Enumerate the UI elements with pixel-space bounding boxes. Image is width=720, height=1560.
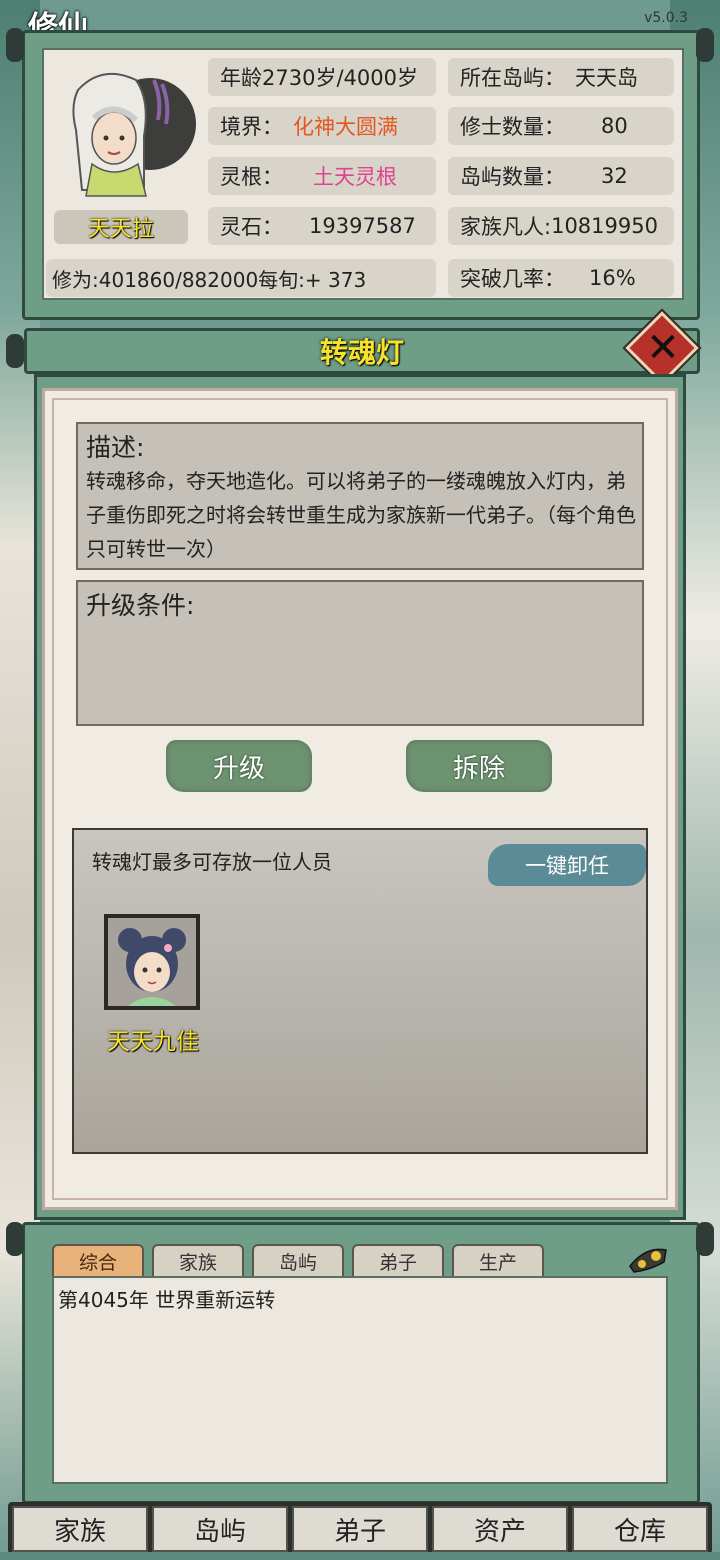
clan-mortals-value: 10819950 <box>551 214 658 238</box>
upgrade-conditions-title: 升级条件: <box>86 591 195 620</box>
realm-value: 化神大圆满 <box>293 115 398 139</box>
bottom-strip <box>0 1552 720 1560</box>
island-count-value: 32 <box>601 164 628 188</box>
log-tab-general[interactable]: 综合 <box>52 1244 144 1276</box>
island-count-label: 岛屿数量： <box>460 165 565 189</box>
lamp-slots-box: 转魂灯最多可存放一位人员 一键卸任 天天九佳 <box>72 828 648 1154</box>
cultivator-count-cell: 修士数量： 80 <box>448 107 674 145</box>
island-value: 天天岛 <box>575 66 638 90</box>
cultivation-label: 修为: <box>52 267 99 292</box>
nav-island-button[interactable]: 岛屿 <box>152 1506 288 1552</box>
island-cell: 所在岛屿： 天天岛 <box>448 58 674 96</box>
scroll-roller-cap <box>696 28 714 62</box>
version-label: v5.0.3 <box>644 10 688 26</box>
island-count-cell: 岛屿数量： 32 <box>448 157 674 195</box>
dismantle-button[interactable]: 拆除 <box>406 740 552 792</box>
disciple-portrait-icon <box>108 918 196 1006</box>
scroll-roller-cap <box>696 1222 714 1256</box>
log-entry: 第4045年 世界重新运转 <box>58 1288 276 1312</box>
spirit-root-value: 土天灵根 <box>313 165 397 189</box>
log-settings-icon[interactable] <box>626 1240 670 1276</box>
realm-label: 境界： <box>220 115 283 139</box>
spirit-stone-cell: 灵石： 19397587 <box>208 207 436 245</box>
lamp-capacity-caption: 转魂灯最多可存放一位人员 <box>92 850 332 874</box>
close-x-icon[interactable]: ✕ <box>640 325 686 371</box>
description-text: 转魂移命，夺天地造化。可以将弟子的一缕魂魄放入灯内，弟子重伤即死之时将会转世重生… <box>86 469 636 561</box>
log-tab-island[interactable]: 岛屿 <box>252 1244 344 1276</box>
dialog-title: 转魂灯 <box>319 336 404 369</box>
scroll-roller-cap <box>6 334 24 368</box>
nav-disciple-button[interactable]: 弟子 <box>292 1506 428 1552</box>
description-box: 描述: 转魂移命，夺天地造化。可以将弟子的一缕魂魄放入灯内，弟子重伤即死之时将会… <box>76 422 644 570</box>
unload-all-button[interactable]: 一键卸任 <box>488 844 646 886</box>
breakthrough-value: 16% <box>589 266 636 290</box>
spirit-stone-value: 19397587 <box>309 214 416 238</box>
description-title: 描述: <box>86 433 145 462</box>
spirit-root-cell: 灵根： 土天灵根 <box>208 157 436 195</box>
age-value: 2730岁/4000岁 <box>262 66 418 90</box>
nav-warehouse-button[interactable]: 仓库 <box>572 1506 708 1552</box>
log-tab-production[interactable]: 生产 <box>452 1244 544 1276</box>
spirit-root-label: 灵根： <box>220 165 283 189</box>
dialog-header: 转魂灯 <box>24 328 700 374</box>
player-name[interactable]: 天天拉 <box>54 210 188 244</box>
cultivation-cell: 修为: 401860/882000每旬:+ 373 <box>46 259 436 297</box>
cultivator-count-label: 修士数量： <box>460 115 565 139</box>
clan-mortals-cell: 家族凡人: 10819950 <box>448 207 674 245</box>
upgrade-conditions-box: 升级条件: <box>76 580 644 726</box>
cultivation-value: 401860/882000每旬:+ 373 <box>98 267 367 292</box>
nav-clan-button[interactable]: 家族 <box>12 1506 148 1552</box>
spirit-stone-label: 灵石： <box>220 215 283 239</box>
player-avatar[interactable] <box>58 60 198 200</box>
realm-cell: 境界： 化神大圆满 <box>208 107 436 145</box>
island-label: 所在岛屿： <box>460 66 565 90</box>
scroll-roller-cap <box>6 1222 24 1256</box>
cultivator-count-value: 80 <box>601 114 628 138</box>
log-tab-clan[interactable]: 家族 <box>152 1244 244 1276</box>
slot-avatar[interactable] <box>104 914 200 1010</box>
nav-assets-button[interactable]: 资产 <box>432 1506 568 1552</box>
clan-mortals-label: 家族凡人: <box>460 215 552 239</box>
slot-name: 天天九佳 <box>107 1029 199 1055</box>
age-label: 年龄 <box>220 66 262 90</box>
age-cell: 年龄 2730岁/4000岁 <box>208 58 436 96</box>
log-area[interactable]: 第4045年 世界重新运转 <box>52 1276 668 1484</box>
breakthrough-cell: 突破几率： 16% <box>448 259 674 297</box>
scroll-roller-cap <box>6 28 24 62</box>
upgrade-button[interactable]: 升级 <box>166 740 312 792</box>
log-tab-disciple[interactable]: 弟子 <box>352 1244 444 1276</box>
breakthrough-label: 突破几率： <box>460 267 565 291</box>
